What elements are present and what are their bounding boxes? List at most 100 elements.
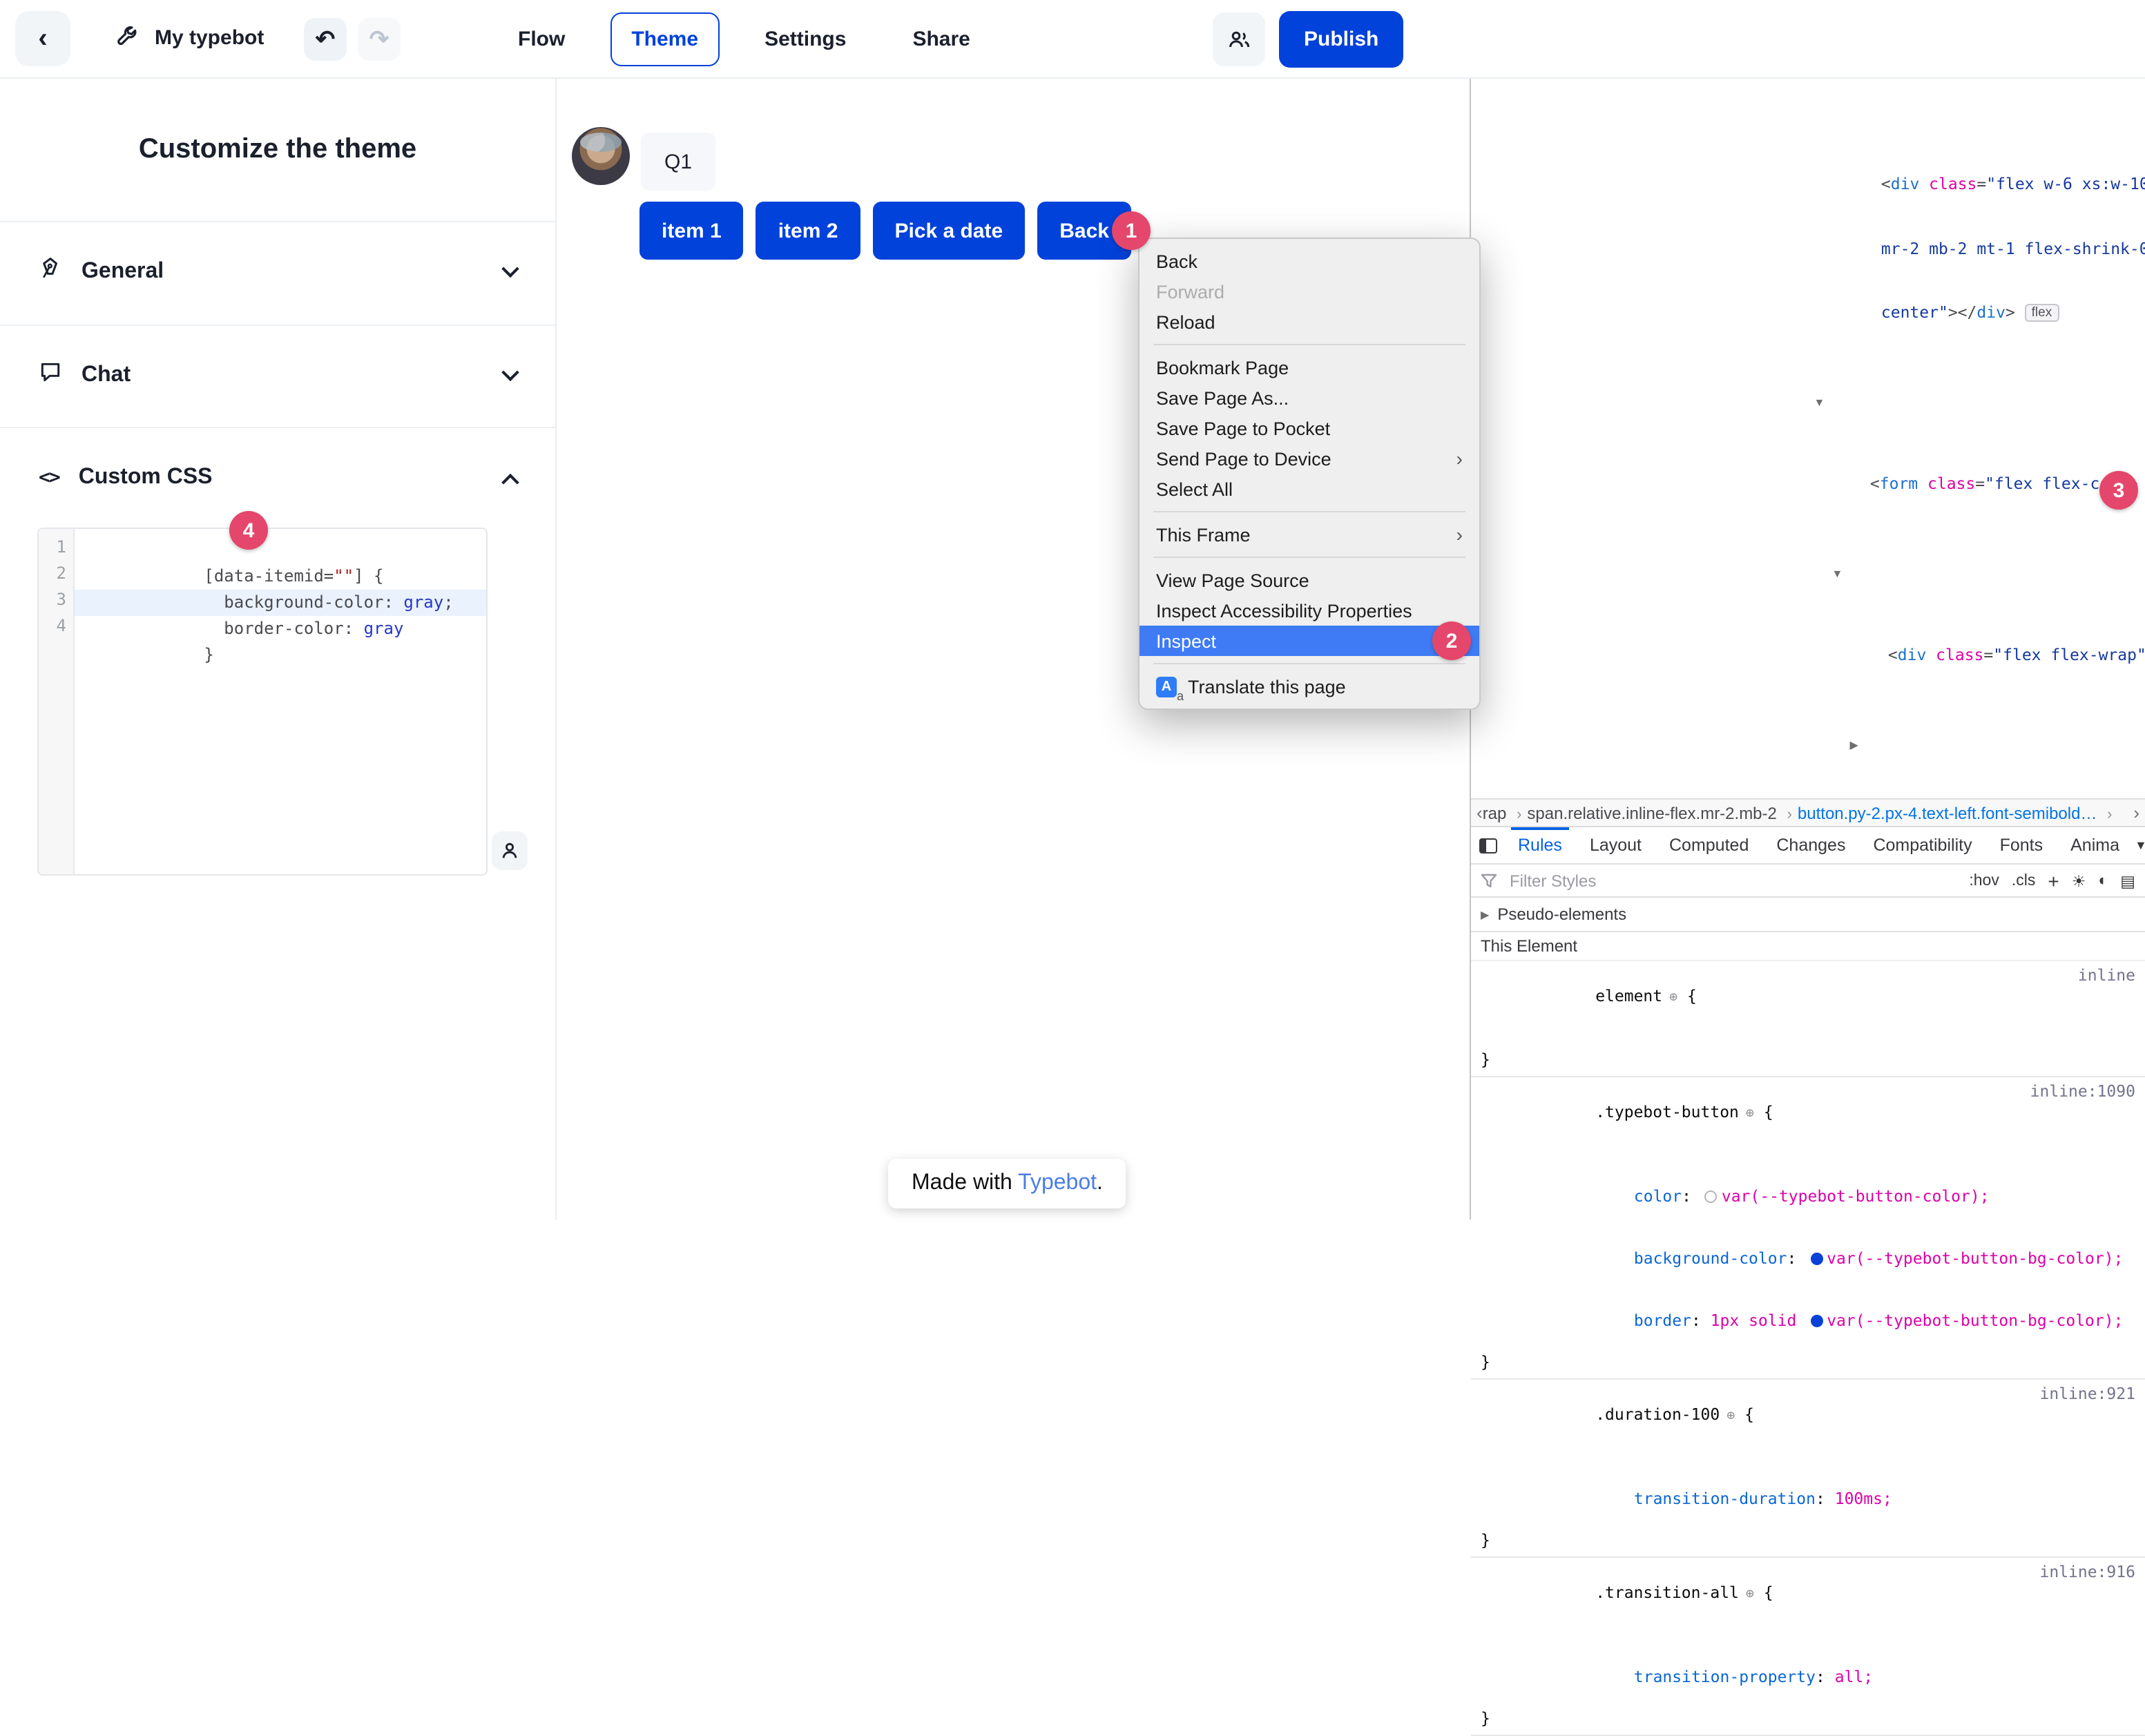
add-rule-icon[interactable]: + [2048, 869, 2059, 891]
rule-target-icon: ⊕ [1726, 1409, 1735, 1424]
theme-sidebar: Customize the theme General Chat [0, 79, 557, 1219]
chevron-icon [501, 363, 519, 380]
expand-marker-icon[interactable]: ▼ [1814, 392, 1825, 414]
line-number: 3 [39, 590, 73, 616]
class-toggle[interactable]: .cls [2012, 872, 2036, 889]
print-media-icon[interactable]: ▤ [2120, 871, 2135, 890]
color-swatch[interactable] [1810, 1253, 1822, 1265]
menu-item-label: Inspect Accessibility Properties [1156, 600, 1412, 621]
rule-open-brace: { [1754, 1583, 1773, 1602]
dom-code-segment: flex [2025, 304, 2059, 322]
context-menu-item[interactable]: A View Page Source › [1139, 565, 1479, 595]
dark-theme-icon[interactable]: ◐ [2098, 872, 2108, 889]
semicolon: ; [1863, 1667, 1873, 1686]
property-value: var(--typebot-button-bg-color) [1827, 1248, 2113, 1268]
breadcrumb-item[interactable]: rap [1483, 803, 1507, 822]
style-panel-tab[interactable]: Compatibility [1860, 827, 1984, 863]
dom-tree-row[interactable]: ▼ <div class="flex flex-wrap"> flex [1471, 559, 2145, 731]
css-declaration[interactable]: transition-duration: 100ms; [1471, 1468, 2145, 1530]
context-menu-item[interactable]: A Reload › [1139, 307, 1479, 337]
choice-button[interactable]: item 1 [639, 202, 744, 260]
nav-tab[interactable]: Settings [744, 12, 867, 66]
context-menu-item[interactable]: A Translate this page › [1139, 671, 1479, 702]
context-menu-item[interactable]: A Bookmark Page › [1139, 352, 1479, 383]
dom-code-segment: div [1891, 174, 1920, 193]
rule-source-link[interactable]: inline:916 [2040, 1562, 2136, 1583]
back-button[interactable]: ‹ [15, 11, 70, 66]
breadcrumb-scroll-right-icon[interactable]: › [2133, 802, 2139, 823]
choice-button[interactable]: Pick a date [872, 202, 1025, 260]
context-menu-item-wrap: A Back › [1139, 246, 1479, 276]
collaborators-button[interactable] [1213, 12, 1265, 66]
property-value: var(--typebot-button-color) [1722, 1186, 1980, 1206]
style-panel-tab[interactable]: Layout [1577, 827, 1654, 863]
pseudo-elements-section[interactable]: ▶ Pseudo-elements [1471, 898, 2145, 932]
dom-code-segment: = [1975, 474, 1985, 493]
style-panel-tab[interactable]: Anima [2058, 827, 2132, 863]
breadcrumb-separator-icon: › [1787, 806, 1792, 822]
style-panel-tab[interactable]: Rules [1506, 827, 1575, 863]
publish-button[interactable]: Publish [1279, 11, 1403, 68]
filter-placeholder: Filter Styles [1510, 871, 1956, 890]
choice-button[interactable]: item 2 [756, 202, 860, 260]
breadcrumb-scroll-left-icon[interactable]: ‹ [1477, 802, 1483, 823]
rule-source-link[interactable]: inline:921 [2040, 1384, 2136, 1405]
context-menu-item-wrap: A Bookmark Page › [1139, 352, 1479, 383]
css-declaration[interactable]: transition-property: all; [1471, 1646, 2145, 1708]
breadcrumb-separator-icon: › [2107, 806, 2112, 822]
nav-tab[interactable]: Share [892, 12, 990, 66]
context-menu-item[interactable]: A Inspect Accessibility Properties › [1139, 595, 1479, 626]
chevron-icon [501, 473, 519, 490]
context-menu-item[interactable]: A Select All › [1139, 474, 1479, 504]
style-panel-tab[interactable]: Fonts [1988, 827, 2056, 863]
undo-button[interactable]: ↶ [304, 18, 347, 61]
toggle-panes-icon[interactable] [1479, 838, 1497, 853]
line-number: 4 [39, 616, 73, 642]
light-theme-icon[interactable]: ☀ [2072, 871, 2086, 890]
color-swatch[interactable] [1810, 1315, 1822, 1327]
section-label: Custom CSS [79, 465, 504, 490]
dom-tree-row[interactable]: ▶ <span class="relative inline-flex mr-2… [1471, 731, 2145, 798]
panel-tabs-caret-icon[interactable]: ▼ [2135, 838, 2145, 852]
filter-styles-bar[interactable]: Filter Styles :hov .cls + ☀ ◐ ▤ [1471, 865, 2145, 898]
expand-marker-icon[interactable]: ▶ [1850, 735, 1858, 756]
value-prefix: 1px solid [1711, 1311, 1807, 1330]
nav-tab[interactable]: Flow [497, 12, 586, 66]
custom-css-editor[interactable]: 1234 [data-itemid=""] { background-color… [37, 528, 488, 876]
expand-marker-icon[interactable]: ▼ [1832, 563, 1843, 585]
breadcrumb-item[interactable]: span.relative.inline-flex.mr-2.mb-2 [1527, 803, 1776, 822]
css-declaration[interactable]: color: var(--typebot-button-color); [1471, 1166, 2145, 1228]
context-menu-item[interactable]: A This Frame › [1139, 519, 1479, 550]
theme-section-row[interactable]: Chat [0, 325, 555, 427]
context-menu-item[interactable]: A Save Page As... › [1139, 383, 1479, 413]
breadcrumb-item[interactable]: button.py-2.px-4.text-left.font-semibold… [1798, 803, 2097, 822]
made-with-badge[interactable]: Made with Typebot. [888, 1159, 1126, 1208]
hover-toggle[interactable]: :hov [1969, 872, 1999, 889]
css-declaration[interactable]: background-color: var(--typebot-button-b… [1471, 1228, 2145, 1290]
dom-tree-row[interactable]: ▼ <form class="flex flex-col"> flex [1471, 388, 2145, 559]
color-swatch[interactable] [1705, 1190, 1718, 1203]
theme-section-row[interactable]: General [0, 221, 555, 323]
dom-tree-row[interactable]: <div class="flex w-6 xs:w-10 h-6 xs:h-10… [1471, 88, 2145, 388]
context-menu-item[interactable]: A Back › [1139, 246, 1479, 276]
context-menu-item[interactable]: A Send Page to Device › [1139, 443, 1479, 474]
rule-source-link[interactable]: inline:1090 [2030, 1081, 2135, 1102]
style-panel-tab[interactable]: Changes [1764, 827, 1858, 863]
theme-section-row[interactable]: <> Custom CSS [0, 427, 555, 529]
dom-code-segment: "flex flex-wrap" [1993, 645, 2145, 664]
rule-target-icon: ⊕ [1746, 1587, 1754, 1602]
nav-tab[interactable]: Theme [610, 12, 719, 66]
style-panel-tab[interactable]: Computed [1657, 827, 1761, 863]
person-icon [500, 841, 519, 860]
context-menu-item[interactable]: A Forward › [1139, 276, 1479, 307]
context-menu-item[interactable]: A Save Page to Pocket › [1139, 413, 1479, 443]
section-icon-glyph [39, 257, 62, 287]
css-declaration[interactable]: border: 1px solid var(--typebot-button-b… [1471, 1290, 2145, 1352]
typebot-link[interactable]: Typebot [1018, 1171, 1097, 1195]
menu-separator [1153, 663, 1465, 664]
rule-source-link[interactable]: inline [2078, 965, 2135, 986]
editor-code[interactable]: [data-itemid=""] { background-color: gra… [75, 529, 486, 874]
avatar-settings-button[interactable] [492, 831, 528, 870]
context-menu-item[interactable]: A Inspect › 2 [1139, 626, 1479, 656]
redo-button[interactable]: ↷ [358, 18, 401, 61]
